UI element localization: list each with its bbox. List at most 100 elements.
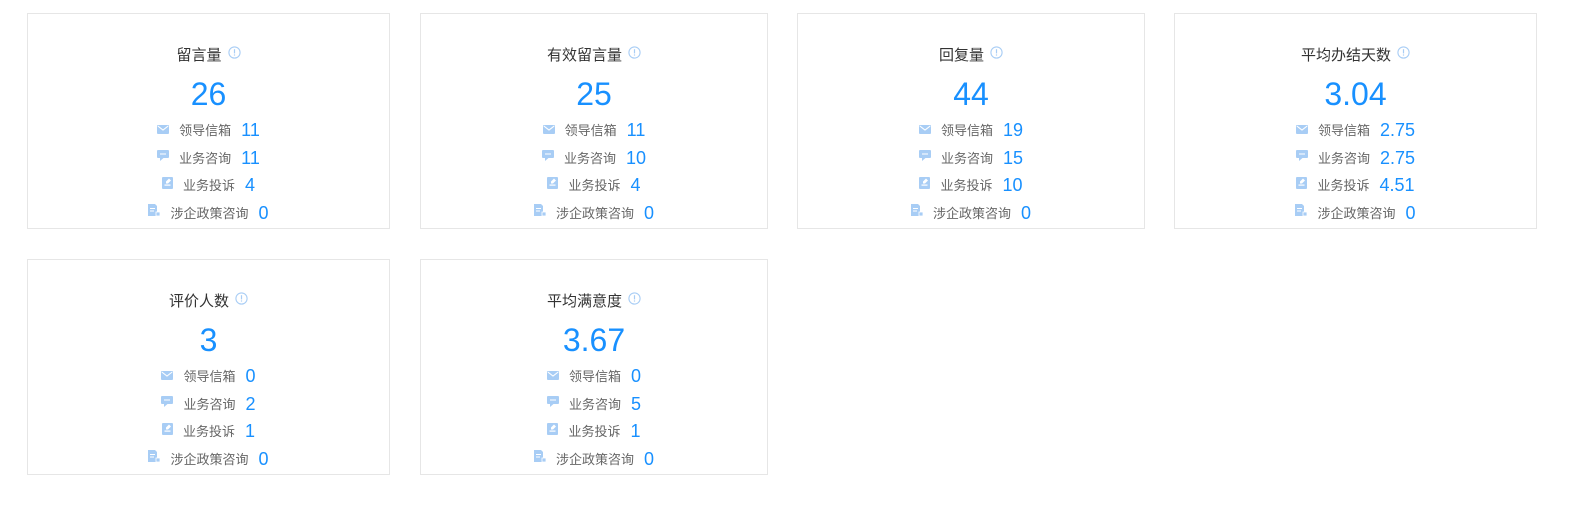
breakdown-label: 涉企政策咨询 [932, 205, 1011, 221]
breakdown-value: 5 [631, 393, 642, 414]
card-value: 3.67 [562, 322, 626, 358]
breakdown-list: 领导信箱 0 业务咨询 5 业务投诉 1 涉企政策咨询 0 [421, 363, 767, 473]
chat-icon [1295, 143, 1308, 171]
breakdown-value: 4 [245, 175, 256, 196]
breakdown-label: 涉企政策咨询 [555, 451, 634, 467]
mail-icon [1295, 116, 1308, 144]
breakdown-row-policy-consult: 涉企政策咨询 0 [421, 200, 767, 228]
breakdown-label: 领导信箱 [940, 123, 993, 139]
info-icon[interactable] [628, 45, 641, 65]
breakdown-value: 19 [1002, 120, 1024, 141]
breakdown-label: 业务咨询 [563, 150, 616, 166]
breakdown-value: 0 [1021, 202, 1032, 223]
stat-card-avg-satisfaction: 平均满意度 3.67 领导信箱 0 业务咨询 5 业务投诉 1 涉企政策咨询 0 [420, 259, 768, 475]
breakdown-label: 领导信箱 [183, 369, 236, 385]
breakdown-label: 业务咨询 [940, 150, 993, 166]
breakdown-label: 业务投诉 [182, 424, 235, 440]
breakdown-label: 领导信箱 [568, 369, 621, 385]
breakdown-row-business-consult: 业务咨询 5 [421, 391, 767, 419]
breakdown-value: 11 [241, 120, 260, 141]
breakdown-row-business-consult: 业务咨询 15 [798, 145, 1144, 173]
breakdown-label: 领导信箱 [1317, 123, 1370, 139]
breakdown-value: 0 [644, 202, 655, 223]
info-icon[interactable] [235, 291, 248, 311]
breakdown-row-business-consult: 业务咨询 2.75 [1175, 145, 1536, 173]
policy-icon [148, 198, 161, 226]
breakdown-label: 业务投诉 [940, 178, 993, 194]
policy-icon [148, 444, 161, 472]
breakdown-value: 1 [630, 421, 641, 442]
complaint-icon [547, 417, 559, 445]
breakdown-value: 4.51 [1379, 175, 1415, 196]
breakdown-row-policy-consult: 涉企政策咨询 0 [421, 446, 767, 474]
card-title: 平均办结天数 [1175, 45, 1536, 66]
breakdown-label: 业务投诉 [568, 424, 621, 440]
policy-icon [910, 198, 924, 226]
stat-card-raters: 评价人数 3 领导信箱 0 业务咨询 2 业务投诉 1 涉企政策咨询 0 [27, 259, 390, 475]
card-title: 留言量 [28, 45, 389, 66]
info-icon[interactable] [1397, 45, 1410, 65]
policy-icon [533, 444, 547, 472]
breakdown-label: 涉企政策咨询 [555, 205, 634, 221]
breakdown-value: 2 [245, 393, 256, 414]
info-icon[interactable] [227, 45, 241, 65]
breakdown-value: 1 [245, 421, 256, 442]
card-title: 评价人数 [28, 291, 389, 312]
breakdown-row-leader-mailbox: 领导信箱 0 [28, 363, 389, 391]
breakdown-value: 4 [630, 175, 641, 196]
chat-icon [157, 143, 170, 171]
breakdown-row-leader-mailbox: 领导信箱 19 [798, 117, 1144, 145]
breakdown-value: 15 [1002, 147, 1024, 168]
chat-icon [161, 389, 174, 417]
breakdown-row-business-complaint: 业务投诉 4.51 [1175, 172, 1536, 200]
breakdown-row-business-complaint: 业务投诉 1 [28, 418, 389, 446]
breakdown-label: 业务咨询 [1317, 150, 1370, 166]
breakdown-label: 涉企政策咨询 [1317, 205, 1396, 221]
stat-card-avg-completion-days: 平均办结天数 3.04 领导信箱 2.75 业务咨询 2.75 业务投诉 4.51 涉… [1174, 13, 1537, 229]
stat-card-replies: 回复量 44 领导信箱 19 业务咨询 15 业务投诉 10 涉企政策咨询 0 [797, 13, 1145, 229]
complaint-icon [919, 171, 931, 199]
breakdown-row-business-consult: 业务咨询 10 [421, 145, 767, 173]
breakdown-row-business-consult: 业务咨询 2 [28, 391, 389, 419]
breakdown-row-business-consult: 业务咨询 11 [28, 145, 389, 173]
breakdown-value: 11 [626, 120, 646, 141]
breakdown-label: 业务投诉 [182, 178, 235, 194]
breakdown-value: 0 [1405, 202, 1416, 223]
breakdown-value: 0 [258, 202, 269, 223]
breakdown-row-leader-mailbox: 领导信箱 11 [28, 117, 389, 145]
card-title-text: 有效留言量 [546, 47, 622, 64]
card-value: 44 [953, 76, 989, 112]
mail-icon [918, 116, 931, 144]
breakdown-list: 领导信箱 11 业务咨询 10 业务投诉 4 涉企政策咨询 0 [421, 117, 767, 227]
breakdown-row-policy-consult: 涉企政策咨询 0 [1175, 200, 1536, 228]
card-title-text: 平均满意度 [546, 293, 622, 310]
card-title: 有效留言量 [421, 45, 767, 66]
info-icon[interactable] [628, 291, 641, 311]
mail-icon [157, 116, 170, 144]
stat-card-valid-messages: 有效留言量 25 领导信箱 11 业务咨询 10 业务投诉 4 涉企政策咨询 0 [420, 13, 768, 229]
breakdown-label: 涉企政策咨询 [170, 451, 249, 467]
info-icon[interactable] [990, 45, 1003, 65]
breakdown-row-business-complaint: 业务投诉 4 [28, 172, 389, 200]
chat-icon [918, 143, 931, 171]
breakdown-value: 11 [241, 147, 260, 168]
breakdown-row-policy-consult: 涉企政策咨询 0 [28, 200, 389, 228]
breakdown-label: 领导信箱 [179, 123, 232, 139]
card-title-text: 平均办结天数 [1300, 47, 1391, 64]
mail-icon [546, 362, 559, 390]
breakdown-label: 业务投诉 [568, 178, 621, 194]
breakdown-value: 0 [644, 448, 655, 469]
breakdown-value: 0 [631, 366, 642, 387]
breakdown-row-policy-consult: 涉企政策咨询 0 [28, 446, 389, 474]
card-value: 25 [576, 76, 612, 112]
card-title-text: 回复量 [938, 47, 984, 64]
breakdown-row-policy-consult: 涉企政策咨询 0 [798, 200, 1144, 228]
breakdown-label: 领导信箱 [564, 123, 617, 139]
card-value: 3 [199, 322, 218, 358]
breakdown-value: 2.75 [1379, 120, 1416, 141]
policy-icon [1295, 198, 1308, 226]
complaint-icon [161, 417, 173, 445]
card-title-text: 评价人数 [168, 293, 229, 310]
breakdown-value: 10 [625, 147, 647, 168]
breakdown-row-leader-mailbox: 领导信箱 11 [421, 117, 767, 145]
